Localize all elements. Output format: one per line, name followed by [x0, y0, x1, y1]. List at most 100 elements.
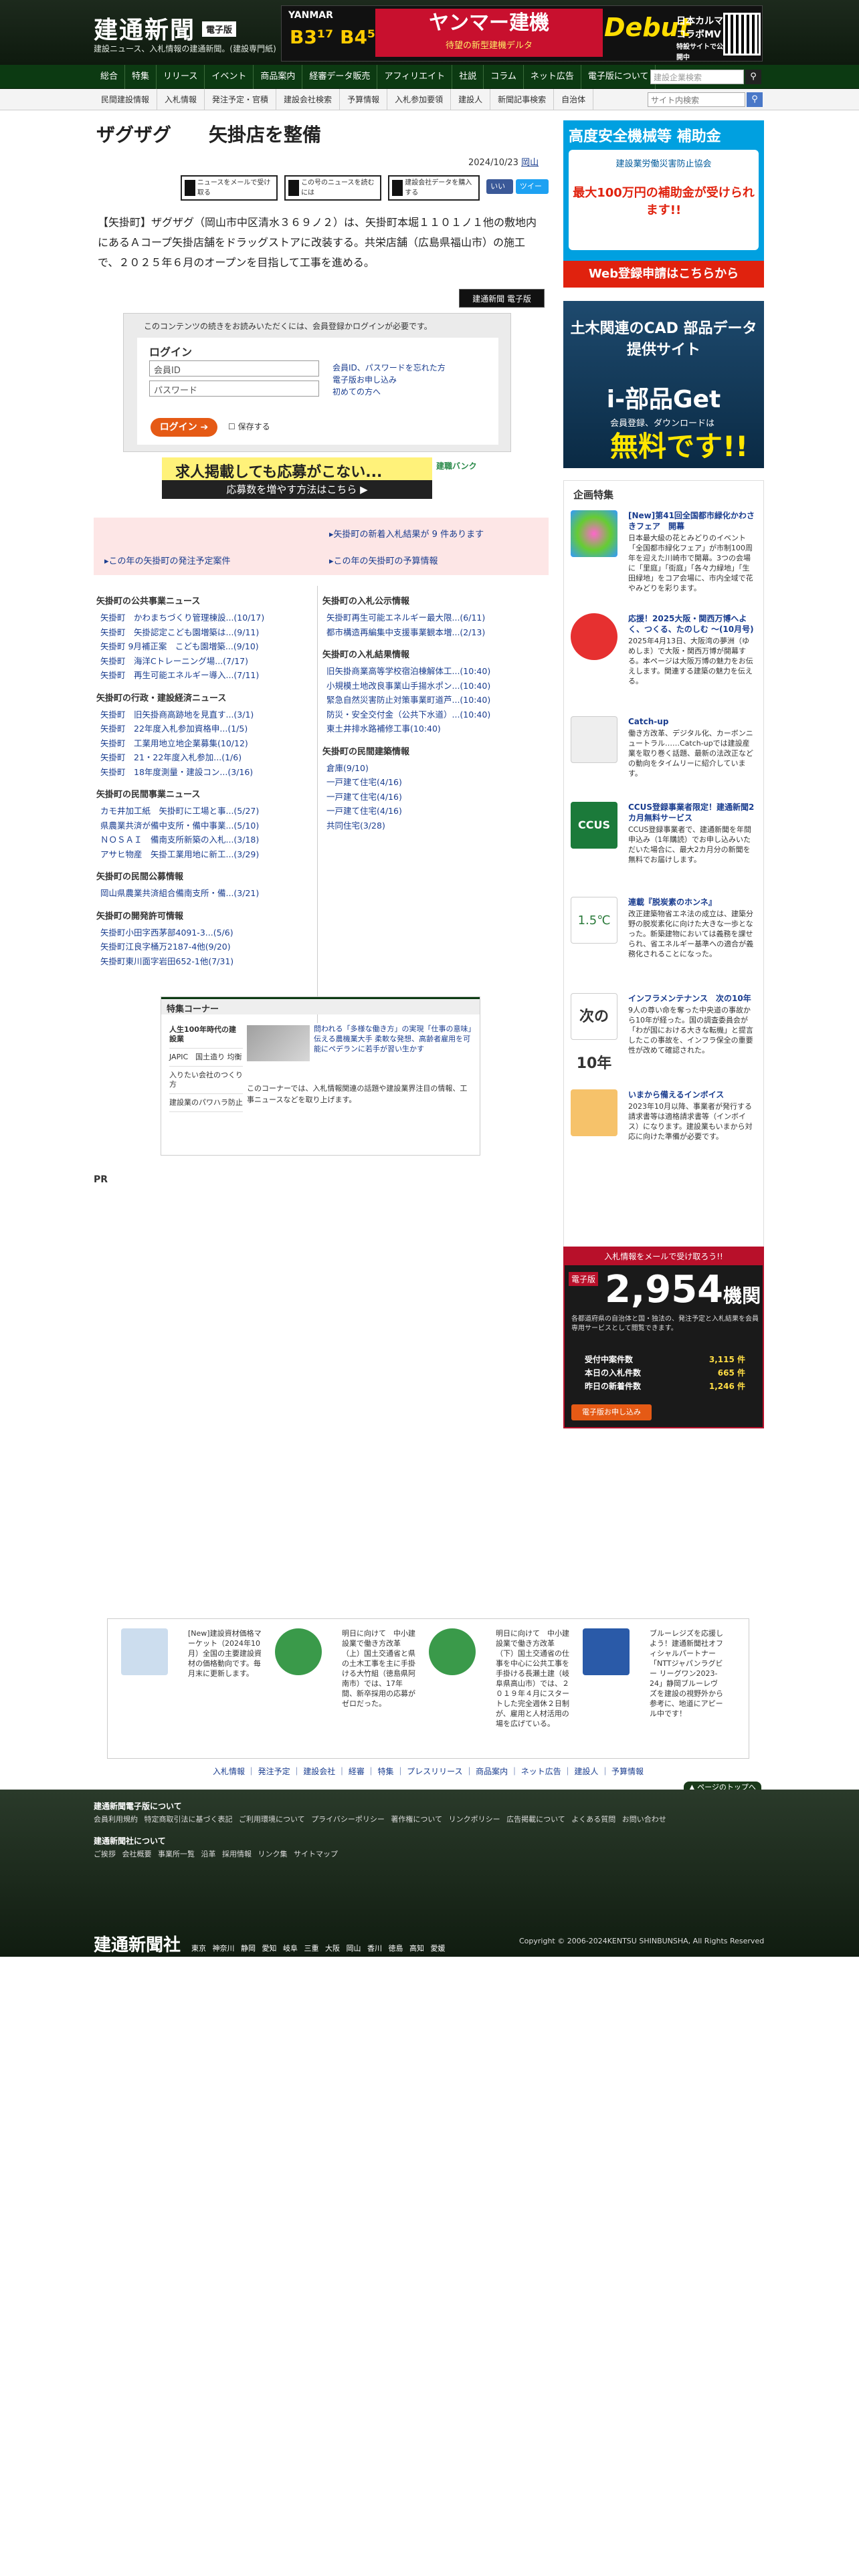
list-item[interactable]: 旧矢掛商業高等学校宿泊棟解体工...(10:40) — [322, 664, 543, 679]
feature-text[interactable]: 問われる「多様な働き方」の実現「仕事の意味」伝える農機業大手 柔軟な発想、高齢者… — [314, 1024, 474, 1054]
bottom-feature[interactable]: 明日に向けて 中小建設業で働き方改革（下）国土交通省の仕事を中心に公共工事を手掛… — [429, 1628, 576, 1735]
feature-menu-item[interactable]: 建設業のパワハラ防止 — [169, 1094, 243, 1112]
list-item[interactable]: 矢掛町 海洋Cトレーニング場...(7/17) — [96, 654, 317, 669]
list-item[interactable]: 矢掛町再生可能エネルギー最大限...(6/11) — [322, 611, 543, 625]
list-item[interactable]: 小規模土地改良事業山手揚水ポン...(10:40) — [322, 679, 543, 693]
new-results-link[interactable]: ▸矢掛町の新着入札結果が 9 件あります — [329, 527, 484, 540]
bid-mail-ad[interactable]: 入札情報をメールで受け取ろう!! 電子版 2,954機関 各都道府県の自治体と国… — [563, 1247, 764, 1428]
forgot-link[interactable]: 会員ID、パスワードを忘れた方 — [332, 362, 446, 373]
subnav-item[interactable]: 入札情報 — [157, 89, 205, 110]
bottom-feature[interactable]: ブルーレジズを応援しよう！建通新聞社オフィシャルパートナー「NTTジャパンラグビ… — [583, 1628, 730, 1735]
list-item[interactable]: 矢掛町小田字西茅部4091-3...(5/6) — [96, 926, 317, 940]
list-item[interactable]: 共同住宅(3/28) — [322, 819, 543, 833]
read-issue-button[interactable]: この号のニュースを読むには — [284, 175, 382, 201]
bottom-links[interactable]: 入札情報 ｜ 発注予定 ｜ 建設会社 ｜ 経審 ｜ 特集 ｜ プレスリリース ｜… — [94, 1765, 763, 1777]
list-item[interactable]: 一戸建て住宅(4/16) — [322, 804, 543, 819]
nav-item[interactable]: リリース — [157, 65, 205, 89]
nav-item[interactable]: 商品案内 — [254, 65, 303, 89]
nav-item[interactable]: アフィリエイト — [377, 65, 453, 89]
order-plan-link[interactable]: ▸この年の矢掛町の発注予定案件 — [104, 554, 231, 566]
list-item[interactable]: 矢掛町 かわまちづくり管理棟設...(10/17) — [96, 611, 317, 625]
feature-item-title[interactable]: いまから備えるインボイス — [628, 1089, 755, 1100]
list-item[interactable]: 矢掛町 再生可能エネルギー導入...(7/11) — [96, 668, 317, 683]
login-button[interactable]: ログイン ➔ — [151, 418, 217, 437]
recruit-banner[interactable]: 求人掲載しても応募がこない... 応募数を増やす方法はこちら ▶ 建職バンク — [162, 457, 480, 499]
first-time-link[interactable]: 初めての方へ — [332, 386, 381, 397]
list-item[interactable]: 岡山県農業共済組合備南支所・備...(3/21) — [96, 886, 317, 901]
list-item[interactable]: 東土井排水路補修工事(10:40) — [322, 722, 543, 736]
subnav-item[interactable]: 建設会社検索 — [276, 89, 341, 110]
list-item[interactable]: 矢掛町東川面字岩田652-1他(7/31) — [96, 954, 317, 969]
bottom-feature[interactable]: [New]建設資材価格マーケット（2024年10月）全国の主要建設資材の価格動向… — [121, 1628, 268, 1735]
list-item[interactable]: 矢掛町 22年度入札参加資格申...(1/5) — [96, 722, 317, 736]
feature-photo[interactable] — [247, 1025, 310, 1061]
bottom-feature-text[interactable]: 明日に向けて 中小建設業で働き方改革（上）国土交通省と県の土木工事を主に手掛ける… — [342, 1628, 417, 1709]
list-item[interactable]: 矢掛町 18年度測量・建設コン...(3/16) — [96, 765, 317, 780]
feature-menu-item[interactable]: JAPIC 国土造り 均衡 — [169, 1049, 243, 1067]
tweet-button[interactable]: ツイート — [515, 179, 549, 205]
nav-item[interactable]: コラム — [484, 65, 524, 89]
bottom-feature-text[interactable]: ブルーレジズを応援しよう！建通新聞社オフィシャルパートナー「NTTジャパンラグビ… — [650, 1628, 725, 1719]
search-icon[interactable]: ⚲ — [747, 92, 763, 107]
subnav-item[interactable]: 新聞記事検索 — [490, 89, 555, 110]
list-item[interactable]: 矢掛町 旧矢掛商高跡地を見直す...(3/1) — [96, 708, 317, 722]
list-item[interactable]: カモ井加工紙 矢掛町に工場と事...(5/27) — [96, 804, 317, 819]
list-item[interactable]: アサヒ物産 矢掛工業用地に新工...(3/29) — [96, 847, 317, 862]
list-item[interactable]: 都市構造再編集中支援事業観本増...(2/13) — [322, 625, 543, 640]
feature-item-title[interactable]: インフラメンテナンス 次の10年 — [628, 993, 755, 1004]
list-item[interactable]: 一戸建て住宅(4/16) — [322, 790, 543, 804]
header-banner-ad[interactable]: YANMAR B3¹⁷ B4⁵ ヤンマー建機 待望の新型建機デルタ Debut … — [281, 5, 763, 62]
facebook-like-button[interactable]: いいね — [486, 179, 513, 205]
bottom-feature-text[interactable]: 明日に向けて 中小建設業で働き方改革（下）国土交通省の仕事を中心に公共工事を手掛… — [496, 1628, 571, 1729]
list-item[interactable]: 矢掛町 矢掛認定こども園増築は...(9/11) — [96, 625, 317, 640]
list-item[interactable]: 矢掛町江良字桶万2187-4他(9/20) — [96, 940, 317, 954]
nav-item[interactable]: 特集 — [125, 65, 157, 89]
list-item[interactable]: 県農業共済が備中支所・備中事業...(5/10) — [96, 819, 317, 833]
bottom-feature-text[interactable]: [New]建設資材価格マーケット（2024年10月）全国の主要建設資材の価格動向… — [188, 1628, 263, 1679]
bottom-feature[interactable]: 明日に向けて 中小建設業で働き方改革（上）国土交通省と県の土木工事を主に手掛ける… — [275, 1628, 422, 1735]
company-search-input[interactable]: 建設企業検索 — [650, 70, 744, 84]
list-item[interactable]: 矢掛町 9月補正案 こども園増築...(9/10) — [96, 639, 317, 654]
nav-item[interactable]: イベント — [205, 65, 254, 89]
save-checkbox[interactable]: ☐ 保存する — [228, 421, 270, 432]
feature-item-title[interactable]: Catch-up — [628, 716, 755, 727]
buy-data-button[interactable]: 建設会社データを購入する — [388, 175, 480, 201]
list-item[interactable]: 防災・安全交付金（公共下水道）...(10:40) — [322, 708, 543, 722]
subnav-item[interactable]: 発注予定・官積 — [205, 89, 277, 110]
feature-item-title[interactable]: 連載『脱炭素のホンネ』 — [628, 897, 755, 907]
region-link[interactable]: 岡山 — [521, 158, 539, 168]
list-item[interactable]: ＮＯＳＡＩ 備南支所新築の入札...(3/18) — [96, 833, 317, 847]
feature-item-title[interactable]: 応援！2025大阪・関西万博へよく、つくる、たのしむ 〜(10月号) — [628, 613, 755, 635]
list-item[interactable]: 矢掛町 21・22年度入札参加...(1/6) — [96, 750, 317, 765]
member-id-input[interactable]: 会員ID — [149, 360, 319, 377]
budget-link[interactable]: ▸この年の矢掛町の予算情報 — [329, 554, 438, 566]
subsidy-ad[interactable]: 高度安全機械等 補助金 建設業労働災害防止協会 最大100万円の補助金が受けられ… — [563, 120, 764, 288]
nav-item[interactable]: 社説 — [452, 65, 484, 89]
footer-links[interactable]: 会員利用規約 特定商取引法に基づく表記 ご利用環境について プライバシーポリシー… — [94, 1814, 666, 1824]
list-item[interactable]: 倉庫(9/10) — [322, 761, 543, 776]
ad3-cta[interactable]: 電子版お申し込み — [571, 1404, 652, 1420]
cad-ad[interactable]: 土木関連のCAD 部品データ提供サイト i-部品Get 会員登録、ダウンロードは… — [563, 301, 764, 468]
feature-menu-item[interactable]: 入りたい会社のつくり方 — [169, 1067, 243, 1094]
feature-item-title[interactable]: [New]第41回全国都市緑化かわさきフェア 開幕 — [628, 510, 755, 532]
subnav-item[interactable]: 予算情報 — [340, 89, 388, 110]
subnav-item[interactable]: 入札参加要領 — [387, 89, 452, 110]
search-icon[interactable]: ⚲ — [745, 70, 761, 84]
nav-item[interactable]: ネット広告 — [524, 65, 581, 89]
mail-news-button[interactable]: ニュースをメールで受け取る — [181, 175, 278, 201]
ad1-cta[interactable]: Web登録申請はこちらから — [563, 261, 764, 288]
nav-item[interactable]: 総合 — [94, 65, 126, 89]
subnav-item[interactable]: 民間建設情報 — [94, 89, 158, 110]
feature-item-title[interactable]: CCUS登録事業者限定！建通新聞2カ月無料サービス — [628, 802, 755, 823]
feature-menu-item[interactable]: 人生100年時代の建設業 — [169, 1021, 243, 1049]
password-input[interactable]: パスワード — [149, 381, 319, 397]
site-search-input[interactable]: サイト内検索 — [648, 92, 745, 107]
list-item[interactable]: 緊急自然災害防止対策事業町道芦...(10:40) — [322, 693, 543, 708]
list-item[interactable]: 矢掛町 工業用地立地企業募集(10/12) — [96, 736, 317, 751]
nav-item[interactable]: 電子版について — [581, 65, 656, 89]
list-item[interactable]: 一戸建て住宅(4/16) — [322, 775, 543, 790]
subnav-item[interactable]: 自治体 — [554, 89, 594, 110]
apply-link[interactable]: 電子版お申し込み — [332, 374, 397, 385]
site-logo[interactable]: 建通新聞 — [94, 11, 195, 45]
footer-links[interactable]: ご挨拶 会社概要 事業所一覧 沿革 採用情報 リンク集 サイトマップ — [94, 1848, 338, 1859]
